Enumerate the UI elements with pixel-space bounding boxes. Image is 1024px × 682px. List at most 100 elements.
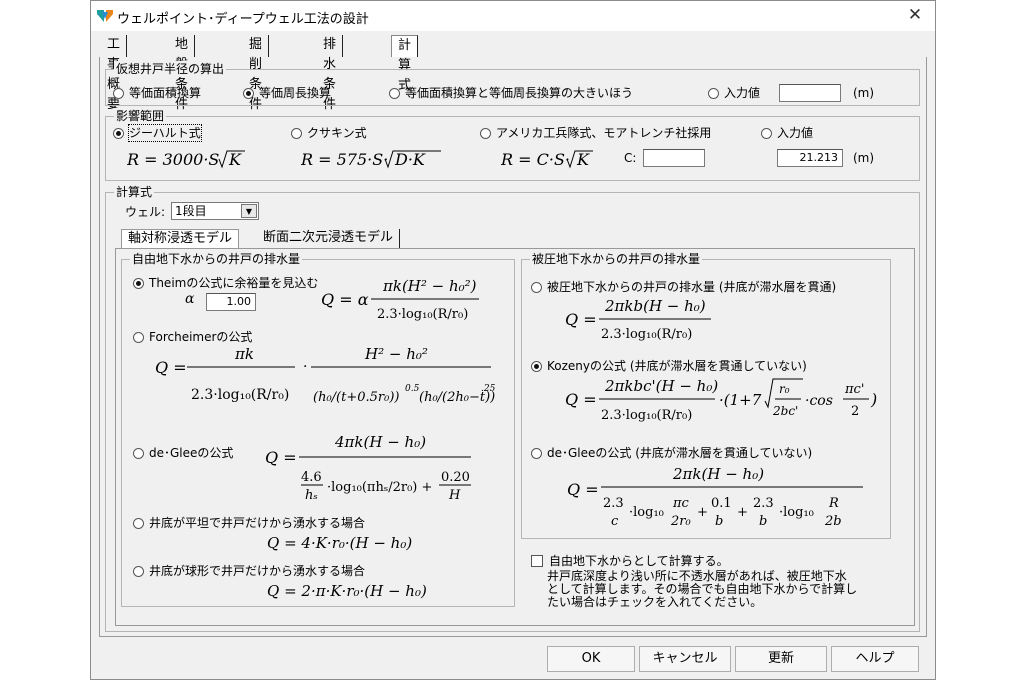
svg-text:H² − h₀²: H² − h₀² xyxy=(364,345,428,363)
radius-option-area[interactable]: 等価面積換算 xyxy=(113,85,201,101)
title-bar: ウェルポイント･ディープウェル工法の設計 ✕ xyxy=(91,1,935,31)
free-calc-note: 井戸底深度より浅い所に不透水層があれば、被圧地下水 として計算します。その場合で… xyxy=(547,569,858,609)
formula-sphere: Q = 2·π·K·r₀·(H − h₀) xyxy=(267,579,457,605)
ok-button[interactable]: OK xyxy=(547,646,635,672)
formula-deglee-free: Q = 4πk(H − h₀) 4.6 hₛ ·log₁₀(πhₛ/2r₀) + 0.20… xyxy=(265,429,475,509)
formula-theim: Q = α πk(H² − h₀²) 2.3·log₁₀(R/r₀) xyxy=(321,273,481,329)
svg-text:Q =: Q = xyxy=(565,310,597,329)
svg-text:2πkb(H − h₀): 2πkb(H − h₀) xyxy=(604,297,706,315)
confined-option-kozeny[interactable]: Kozenyの公式 (井底が滞水層を貫通していない) xyxy=(531,358,807,374)
well-select[interactable]: 1段目 ▼ xyxy=(171,202,259,220)
close-icon[interactable]: ✕ xyxy=(905,5,925,25)
radio-selected-icon xyxy=(133,277,144,289)
svg-text:·(1+7: ·(1+7 xyxy=(719,391,762,409)
free-group-title: 自由地下水からの井戸の排水量 xyxy=(130,251,303,267)
svg-text:πk(H² − h₀²): πk(H² − h₀²) xyxy=(382,277,477,295)
svg-text:2.3: 2.3 xyxy=(753,496,774,511)
svg-text:(h₀/(t+0.5r₀)): (h₀/(t+0.5r₀)) xyxy=(313,390,399,405)
tab-overview[interactable]: 工事概要 xyxy=(101,35,128,112)
confined-option-deglee[interactable]: de･Gleeの公式 (井底が滞水層を貫通していない) xyxy=(531,445,812,461)
svg-text:2.3: 2.3 xyxy=(603,496,624,511)
influence-unit: (m) xyxy=(853,151,875,165)
influence-option-input[interactable]: 入力値 xyxy=(761,125,813,141)
svg-text:πc: πc xyxy=(672,496,690,511)
calc-group-title: 計算式 xyxy=(114,184,155,200)
free-option-flat[interactable]: 井底が平坦で井戸だけから湧水する場合 xyxy=(133,515,365,531)
svg-text:πk: πk xyxy=(234,345,254,363)
subtab-section2d[interactable]: 断面二次元浸透モデル xyxy=(257,229,401,249)
subtab-axisymmetric[interactable]: 軸対称浸透モデル xyxy=(121,229,240,249)
free-option-sphere[interactable]: 井底が球形で井戸だけから湧水する場合 xyxy=(133,563,365,579)
radio-icon xyxy=(531,447,542,459)
svg-text:2.3·log₁₀(R/r₀): 2.3·log₁₀(R/r₀) xyxy=(191,387,289,403)
svg-text:4.6: 4.6 xyxy=(301,470,322,485)
svg-text:Q = 2·π·K·r₀·(H − h₀): Q = 2·π·K·r₀·(H − h₀) xyxy=(267,582,427,600)
radio-icon xyxy=(133,331,144,343)
update-button[interactable]: 更新 xyxy=(735,646,827,672)
radio-icon xyxy=(389,87,400,99)
radius-input-field[interactable] xyxy=(779,84,841,102)
svg-text:Q = α: Q = α xyxy=(321,290,369,309)
svg-text:Q =: Q = xyxy=(565,390,597,409)
radio-icon xyxy=(113,87,124,99)
svg-text:): ) xyxy=(870,390,877,409)
radio-icon xyxy=(133,517,144,529)
influence-option-kusakin[interactable]: クサキン式 xyxy=(291,125,367,141)
confined-option-full[interactable]: 被圧地下水からの井戸の排水量 (井底が滞水層を貫通) xyxy=(531,279,836,295)
formula-army: R = C·S· K xyxy=(500,147,621,175)
radio-selected-icon xyxy=(531,360,542,372)
confined-group-title: 被圧地下水からの井戸の排水量 xyxy=(530,251,703,267)
tab-ground[interactable]: 地盤条件 xyxy=(169,35,196,112)
formula-kusakin: R = 575·S· D·K xyxy=(300,147,461,175)
svg-text:·log₁₀: ·log₁₀ xyxy=(779,505,814,520)
svg-text:Q =: Q = xyxy=(265,448,297,467)
help-button[interactable]: ヘルプ xyxy=(831,646,919,672)
svg-text:b: b xyxy=(759,514,767,529)
formula-deglee-confined: Q = 2πk(H − h₀) 2.3 c ·log₁₀ πc 2r₀ +0.1 b +2.3 b ·… xyxy=(567,461,867,535)
radius-option-input[interactable]: 入力値 xyxy=(708,85,760,101)
formula-kozeny: Q = 2πkbc'(H − h₀) 2.3·log₁₀(R/r₀) ·(1+7 r₀ 2… xyxy=(565,373,885,433)
tab-formula[interactable]: 計算式 xyxy=(391,35,419,93)
svg-text:2b: 2b xyxy=(824,514,842,529)
formula-sichardt: R = 3000·S K xyxy=(126,147,267,175)
radio-icon xyxy=(480,127,491,139)
radio-selected-icon xyxy=(243,87,254,99)
free-calc-checkbox[interactable]: 自由地下水からとして計算する。 xyxy=(531,553,729,569)
cancel-button[interactable]: キャンセル xyxy=(639,646,731,672)
svg-text:2.3·log₁₀(R/r₀): 2.3·log₁₀(R/r₀) xyxy=(377,307,468,322)
c-input-field[interactable] xyxy=(643,149,705,167)
influence-option-sichardt[interactable]: ジーハルト式 xyxy=(113,124,202,142)
radio-selected-icon xyxy=(113,127,124,139)
alpha-input-field[interactable]: 1.00 xyxy=(206,293,256,311)
influence-option-army[interactable]: アメリカ工兵隊式、モアトレンチ社採用 xyxy=(480,125,711,141)
svg-text:H: H xyxy=(448,488,461,503)
tab-excavation[interactable]: 掘削条件 xyxy=(243,35,270,112)
radius-unit: (m) xyxy=(853,86,875,100)
svg-text:+: + xyxy=(737,505,748,520)
svg-text:c: c xyxy=(611,514,619,529)
svg-text:r₀: r₀ xyxy=(779,382,790,396)
tab-drainage[interactable]: 排水条件 xyxy=(317,35,344,112)
radius-option-perimeter[interactable]: 等価周長換算 xyxy=(243,85,331,101)
svg-text:4πk(H − h₀): 4πk(H − h₀) xyxy=(334,433,426,451)
well-label: ウェル: xyxy=(125,205,166,219)
svg-text:R = C·S·: R = C·S· xyxy=(501,150,570,169)
chevron-down-icon[interactable]: ▼ xyxy=(241,204,257,218)
radius-option-max[interactable]: 等価面積換算と等価周長換算の大きいほう xyxy=(389,85,633,101)
svg-text:b: b xyxy=(715,514,723,529)
svg-text:2.3·log₁₀(R/r₀): 2.3·log₁₀(R/r₀) xyxy=(601,327,692,342)
formula-confined-full: Q = 2πkb(H − h₀) 2.3·log₁₀(R/r₀) xyxy=(565,295,715,349)
svg-text:2πk(H − h₀): 2πk(H − h₀) xyxy=(672,465,764,483)
influence-input-field[interactable]: 21.213 xyxy=(777,149,843,167)
svg-text:0.1: 0.1 xyxy=(711,496,732,511)
free-option-deglee[interactable]: de･Gleeの公式 xyxy=(133,445,233,461)
radio-icon xyxy=(531,281,542,293)
svg-text:·log₁₀(πhₛ/2r₀) +: ·log₁₀(πhₛ/2r₀) + xyxy=(327,480,432,495)
svg-text:R = 575·S·: R = 575·S· xyxy=(301,150,388,169)
window-title: ウェルポイント･ディープウェル工法の設計 xyxy=(117,12,369,27)
free-option-theim[interactable]: Theimの公式に余裕量を見込む xyxy=(133,275,318,291)
svg-text:R: R xyxy=(828,496,839,511)
app-icon xyxy=(97,10,113,22)
svg-text:πc': πc' xyxy=(844,382,864,397)
formula-flat: Q = 4·K·r₀·(H − h₀) xyxy=(267,531,437,557)
